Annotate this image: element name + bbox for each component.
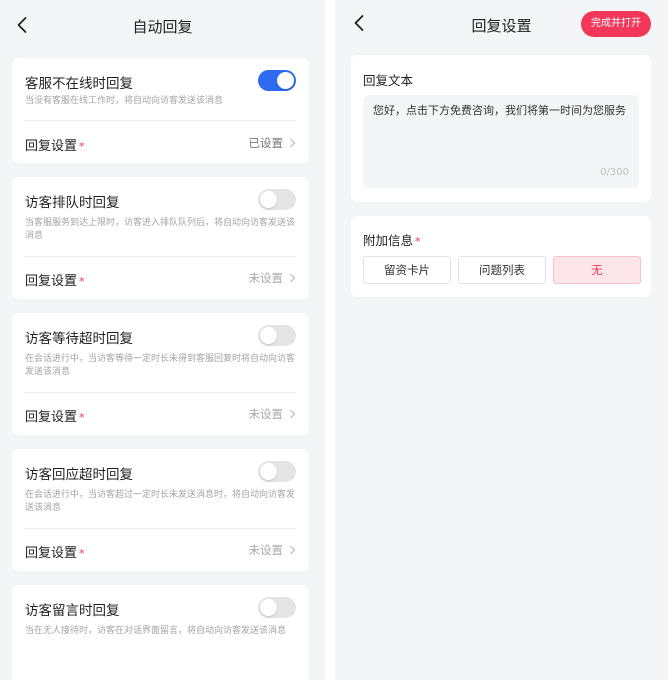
wait-timeout-reply-card: 访客等待超时回复 在会话进行中，当访客等待一定时长未得到客服回复时将自动向访客发… [12,313,309,435]
card-description: 当没有客服在线工作时，将自动向访客发送该消息 [25,96,224,106]
required-mark: * [79,275,85,288]
toggle-knob [260,327,277,344]
offline-reply-toggle[interactable] [258,70,296,91]
queue-reply-toggle[interactable] [258,189,296,210]
chevron-right-icon [290,273,296,283]
char-counter: 0/300 [600,167,629,178]
reply-settings-row[interactable]: 回复设置 * [25,135,85,154]
divider [25,392,296,393]
status-text: 未设置 [248,543,284,557]
navbar: 自动回复 [0,0,325,52]
chevron-right-icon [290,138,296,148]
option-question-list[interactable]: 问题列表 [458,256,546,284]
card-description: 在会话进行中，当访客超过一定时长未发送消息时，将自动向访客发送该消息 [25,490,296,513]
required-mark: * [79,547,85,560]
finish-and-open-button[interactable]: 完成并打开 [581,11,651,37]
required-mark: * [79,411,85,424]
reply-settings-row[interactable]: 回复设置 * [25,270,85,289]
reply-text-card: 回复文本 您好，点击下方免费咨询，我们将第一时间为您服务 0/300 [351,55,651,202]
auto-reply-screen: 自动回复 客服不在线时回复 当没有客服在线工作时，将自动向访客发送该消息 回复设… [0,0,325,680]
card-description: 当在无人接待时，访客在对话界面留言，将自动向访客发送该消息 [25,626,287,636]
toggle-knob [260,463,277,480]
wait-timeout-reply-toggle[interactable] [258,325,296,346]
divider [25,120,296,121]
chevron-right-icon [290,409,296,419]
reply-settings-label: 回复设置 [25,139,78,154]
chevron-right-icon [290,545,296,555]
reply-text-label: 回复文本 [363,73,414,88]
reply-text-input[interactable]: 您好，点击下方免费咨询，我们将第一时间为您服务 [363,95,639,188]
card-description: 当客服服务到达上限时，访客进入排队队列后，将自动向访客发送该消息 [25,218,296,241]
card-title: 访客回应超时回复 [25,467,133,483]
divider [25,528,296,529]
card-title: 访客等待超时回复 [25,331,133,347]
queue-reply-card: 访客排队时回复 当客服服务到达上限时，访客进入排队队列后，将自动向访客发送该消息… [12,177,309,299]
required-mark: * [415,235,421,248]
option-none[interactable]: 无 [553,256,641,284]
reply-settings-status[interactable]: 已设置 [249,135,297,151]
reply-settings-status[interactable]: 未设置 [249,542,297,558]
status-text: 已设置 [248,136,284,150]
reply-settings-label: 回复设置 [25,410,78,425]
leave-message-reply-card: 访客留言时回复 当在无人接待时，访客在对话界面留言，将自动向访客发送该消息 [12,585,309,680]
response-timeout-reply-toggle[interactable] [258,461,296,482]
toggle-knob [277,72,294,89]
navbar: 回复设置 完成并打开 [335,0,668,52]
option-lead-card[interactable]: 留资卡片 [363,256,451,284]
reply-settings-status[interactable]: 未设置 [249,270,297,286]
reply-settings-row[interactable]: 回复设置 * [25,542,85,561]
required-mark: * [79,140,85,153]
reply-settings-row[interactable]: 回复设置 * [25,406,85,425]
toggle-knob [260,599,277,616]
extra-info-text: 附加信息 [363,233,414,248]
extra-info-options: 留资卡片 问题列表 无 [363,256,641,284]
leave-message-reply-toggle[interactable] [258,597,296,618]
offline-reply-card: 客服不在线时回复 当没有客服在线工作时，将自动向访客发送该消息 回复设置 * 已设… [12,58,309,163]
reply-settings-screen: 回复设置 完成并打开 回复文本 您好，点击下方免费咨询，我们将第一时间为您服务 … [335,0,668,680]
card-title: 访客留言时回复 [25,603,120,619]
reply-settings-label: 回复设置 [25,546,78,561]
reply-settings-label: 回复设置 [25,274,78,289]
status-text: 未设置 [248,407,284,421]
card-title: 访客排队时回复 [25,195,120,211]
extra-info-card: 附加信息 * 留资卡片 问题列表 无 [351,216,651,297]
divider [25,256,296,257]
reply-settings-status[interactable]: 未设置 [249,406,297,422]
extra-info-label: 附加信息 * [363,230,421,249]
status-text: 未设置 [248,271,284,285]
card-description: 在会话进行中，当访客等待一定时长未得到客服回复时将自动向访客发送该消息 [25,354,296,377]
response-timeout-reply-card: 访客回应超时回复 在会话进行中，当访客超过一定时长未发送消息时，将自动向访客发送… [12,449,309,571]
card-title: 客服不在线时回复 [25,76,133,92]
page-title: 自动回复 [132,18,193,36]
toggle-knob [260,191,277,208]
